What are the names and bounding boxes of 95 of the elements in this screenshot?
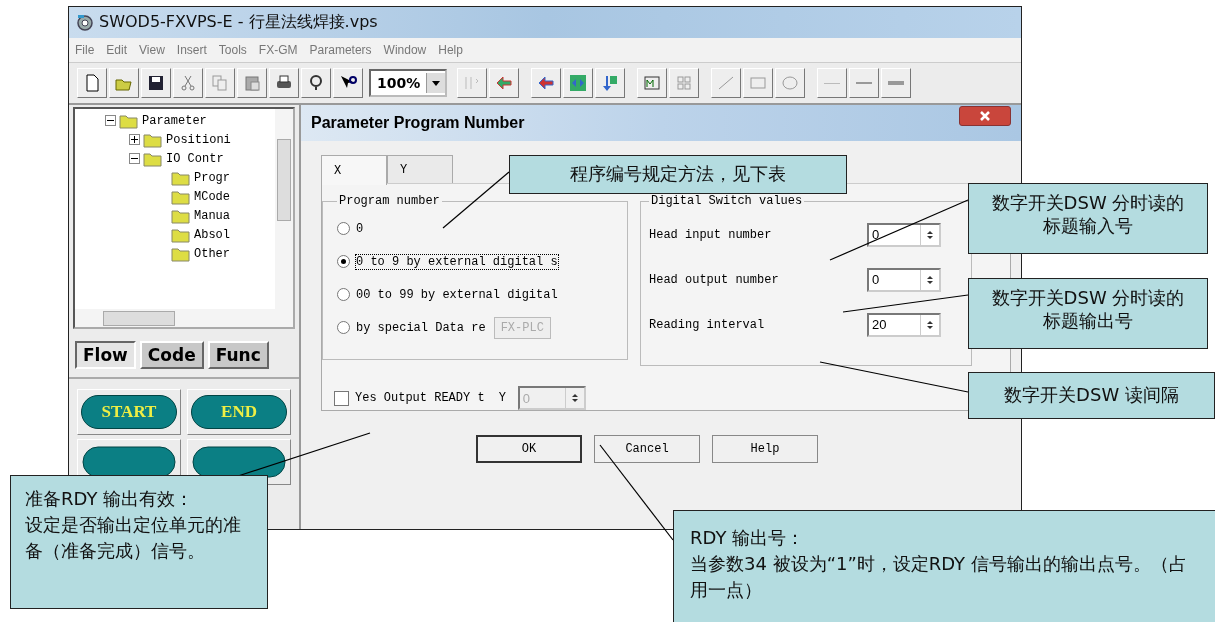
expander-icon[interactable] <box>105 115 116 126</box>
line-tool-icon <box>718 76 735 90</box>
close-icon <box>979 111 991 121</box>
download-icon <box>601 74 620 92</box>
arrow-icon <box>495 74 514 92</box>
callout: 数字开关DSW 读间隔 <box>968 372 1215 419</box>
menu-item[interactable]: Help <box>438 43 463 57</box>
rectangle-tool-icon <box>750 76 767 90</box>
flowchart-block-button[interactable]: END <box>191 395 287 429</box>
toolbar-button[interactable] <box>531 68 562 98</box>
device-label: Y <box>498 391 506 405</box>
menu-item[interactable]: FX-GM <box>258 43 298 57</box>
number-field[interactable]: 0 <box>867 267 941 292</box>
folder-icon <box>171 245 191 262</box>
toolbar-button[interactable] <box>301 68 331 98</box>
toolbar-button[interactable] <box>269 68 299 98</box>
gear-icon <box>75 13 95 32</box>
radio-label[interactable]: 0 to 9 by external digital s <box>356 254 558 269</box>
callout: 数字开关DSW 分时读的标题输入号 <box>968 183 1208 254</box>
horizontal-scrollbar[interactable] <box>75 309 293 327</box>
group-title: Digital Switch values <box>650 194 804 208</box>
radio-label[interactable]: 00 to 99 by external digital <box>356 287 558 302</box>
folder-icon <box>171 226 191 243</box>
menu-item[interactable]: File <box>75 43 95 57</box>
ellipse-tool-icon <box>782 76 799 90</box>
field-label: Reading interval <box>649 317 765 332</box>
tab[interactable]: X <box>321 155 387 185</box>
group-title: Program number <box>338 195 441 208</box>
tree-item[interactable]: Other <box>105 244 230 263</box>
callout-title: RDY 输出号： <box>690 526 806 550</box>
paste-icon <box>243 74 261 92</box>
expander-icon[interactable] <box>129 134 140 145</box>
field-label: Head input number <box>649 227 772 242</box>
menu-item[interactable]: Edit <box>106 43 128 57</box>
radio-button[interactable] <box>337 255 350 268</box>
cut-icon <box>179 74 197 92</box>
dialog-button[interactable]: OK <box>476 435 582 463</box>
callout-text: 当参数34 被设为“1”时，设定RDY 信号输出的输出点号。（占用一点） <box>690 552 1188 603</box>
folder-icon <box>171 169 191 186</box>
window-title: SWOD5-FXVPS-E - 行星法线焊接.vps <box>99 12 378 33</box>
transfer-icon <box>537 74 556 92</box>
folder-icon <box>143 150 163 167</box>
palette-tab[interactable]: Func <box>207 341 269 369</box>
save-icon <box>147 74 165 92</box>
leader-line <box>442 171 510 229</box>
tree-item[interactable]: MCode <box>105 187 230 206</box>
new-file-icon <box>83 74 101 92</box>
copy-icon <box>211 74 229 92</box>
number-field[interactable]: 0 <box>867 222 941 247</box>
radio-label[interactable]: 0 <box>356 221 364 236</box>
medium-line-icon <box>856 82 873 84</box>
dropdown-arrow-icon <box>432 80 441 86</box>
tree-item[interactable]: Manua <box>105 206 230 225</box>
tree-item[interactable]: IO Contr <box>105 149 224 168</box>
radio-label[interactable]: by special Data re <box>356 320 486 335</box>
zoom-dropdown[interactable]: 100% <box>369 69 448 97</box>
tree-item[interactable]: Positioni <box>105 130 231 149</box>
menu-item[interactable]: Parameters <box>309 43 372 57</box>
menu-item[interactable]: Window <box>383 43 427 57</box>
dialog-title: Parameter Program Number <box>311 114 525 132</box>
dialog-button[interactable]: Cancel <box>594 435 700 463</box>
tree-item[interactable]: Progr <box>105 168 230 187</box>
radio-button[interactable] <box>337 288 350 301</box>
vertical-scrollbar[interactable] <box>275 109 293 309</box>
tab[interactable]: Y <box>387 155 453 183</box>
callout: 数字开关DSW 分时读的标题输出号 <box>968 278 1208 349</box>
tree-item[interactable]: Parameter <box>105 111 207 130</box>
folder-icon <box>171 207 191 224</box>
palette-tab[interactable]: Flow <box>75 341 136 369</box>
folder-icon <box>171 188 191 205</box>
number-field[interactable]: 20 <box>867 312 941 337</box>
toolbar-button[interactable] <box>333 68 363 98</box>
palette-tab[interactable]: Code <box>139 341 204 369</box>
callout-title: 准备RDY 输出有效： <box>25 487 195 511</box>
radio-button[interactable] <box>337 222 350 235</box>
callout-text: 设定是否输出定位单元的准备（准备完成）信号。 <box>25 513 242 564</box>
field-label: Head output number <box>649 272 779 287</box>
flowchart-block-button[interactable]: START <box>81 395 177 429</box>
close-button[interactable] <box>959 106 1011 126</box>
folder-icon <box>143 131 163 148</box>
menu-item[interactable]: Tools <box>218 43 247 57</box>
menu-item[interactable]: Insert <box>176 43 207 57</box>
folder-icon <box>119 112 139 129</box>
menu-item[interactable]: View <box>139 43 165 57</box>
grid-icon <box>675 74 694 92</box>
m-block-icon <box>643 74 662 92</box>
thin-line-icon <box>824 82 841 84</box>
callout: 程序编号规定方法，见下表 <box>509 155 847 194</box>
tree-item[interactable]: Absol <box>105 225 230 244</box>
dialog-button[interactable]: Help <box>712 435 818 463</box>
expander-icon[interactable] <box>129 153 140 164</box>
swap-icon <box>569 74 588 92</box>
radio-button[interactable] <box>337 321 350 334</box>
toolbar-button[interactable] <box>141 68 171 98</box>
flowchart-block-icon[interactable] <box>191 445 287 479</box>
